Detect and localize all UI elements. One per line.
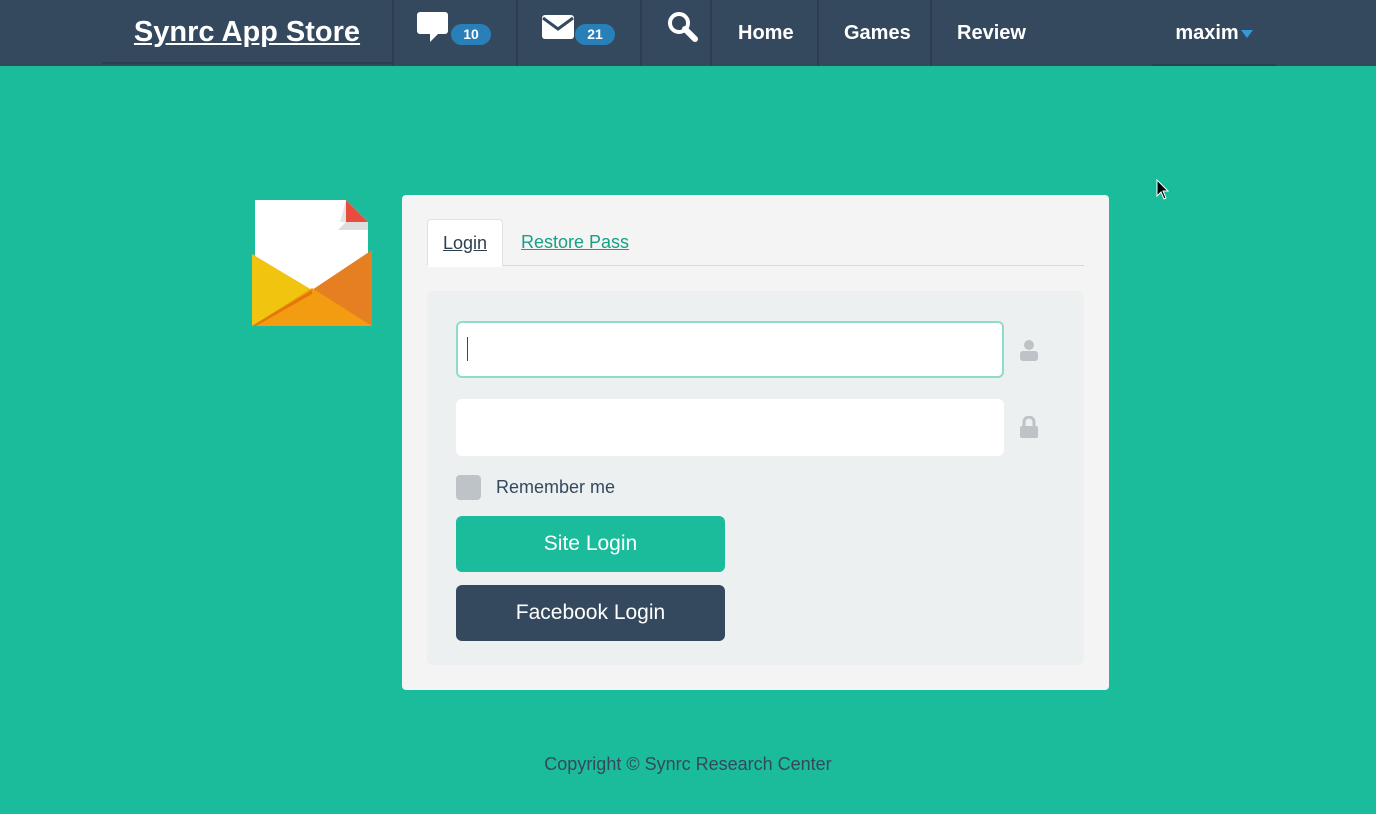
open-envelope-icon — [252, 200, 372, 326]
comments-count-badge: 10 — [451, 24, 491, 45]
comment-icon — [417, 12, 448, 42]
footer-copyright: Copyright © Synrc Research Center — [544, 754, 832, 774]
brand-link[interactable]: Synrc App Store — [102, 0, 392, 64]
login-form: Remember me Site Login Facebook Login — [427, 291, 1084, 665]
tab-restore-pass[interactable]: Restore Pass — [521, 219, 629, 265]
tabs-divider — [427, 265, 1084, 266]
password-field[interactable] — [456, 399, 1004, 456]
facebook-login-button[interactable]: Facebook Login — [456, 585, 725, 641]
nav-link-games[interactable]: Games — [844, 0, 911, 66]
user-menu[interactable]: maxim — [1152, 0, 1276, 66]
username-field[interactable] — [456, 321, 1004, 378]
nav-link-review[interactable]: Review — [957, 0, 1026, 66]
text-cursor — [467, 337, 468, 361]
envelope-icon — [542, 15, 574, 39]
mouse-pointer-icon — [1156, 179, 1170, 200]
nav-divider — [817, 0, 819, 66]
username: maxim — [1175, 22, 1239, 44]
search-icon — [668, 12, 698, 42]
lock-icon — [1020, 416, 1038, 438]
login-card: Login Restore Pass Remember me Site Logi… — [402, 195, 1109, 690]
nav-link-home[interactable]: Home — [738, 0, 794, 66]
nav-comments[interactable]: 10 — [394, 0, 516, 66]
site-login-button[interactable]: Site Login — [456, 516, 725, 572]
top-navbar: Synrc App Store 10 21 Home Games Review … — [0, 0, 1376, 66]
messages-count-badge: 21 — [575, 24, 615, 45]
tab-login[interactable]: Login — [427, 219, 503, 267]
nav-search[interactable] — [642, 0, 710, 66]
nav-divider — [710, 0, 712, 66]
chevron-down-icon — [1240, 29, 1253, 38]
nav-messages[interactable]: 21 — [518, 0, 640, 66]
remember-me-checkbox[interactable] — [456, 475, 481, 500]
remember-me-label[interactable]: Remember me — [496, 477, 615, 498]
user-icon — [1020, 340, 1038, 361]
nav-divider — [930, 0, 932, 66]
